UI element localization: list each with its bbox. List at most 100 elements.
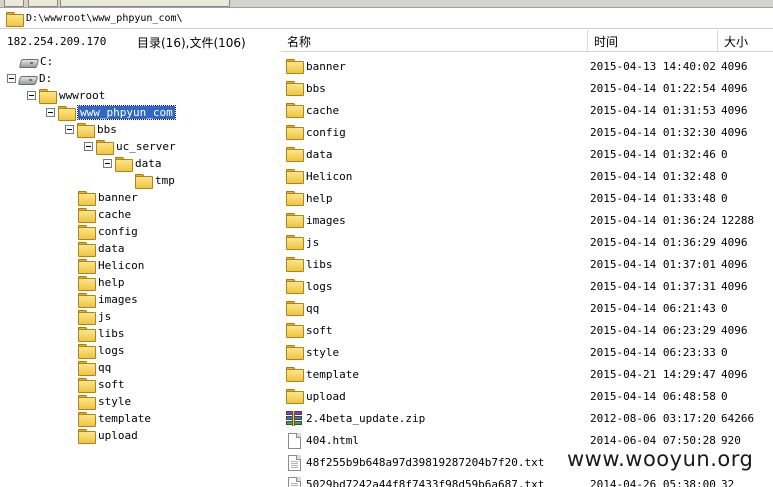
tree-node[interactable]: C: — [20, 53, 53, 70]
file-time: 2015-04-14 01:36:29 — [590, 236, 716, 249]
file-row[interactable]: bbs 2015-04-14 01:22:54 4096 — [281, 77, 773, 99]
file-size: 0 — [721, 192, 728, 205]
file-name: qq — [306, 302, 320, 315]
file-time: 2015-04-14 01:33:48 — [590, 192, 716, 205]
column-name-header[interactable]: 名称 — [281, 30, 588, 52]
file-row[interactable]: logs 2015-04-14 01:37:31 4096 — [281, 275, 773, 297]
file-time: 2014-04-26 05:38:00 — [590, 478, 716, 487]
file-row[interactable]: cache 2015-04-14 01:31:53 4096 — [281, 99, 773, 121]
file-time: 2015-04-14 01:32:30 — [590, 126, 716, 139]
file-row[interactable]: qq 2015-04-14 06:21:43 0 — [281, 297, 773, 319]
tab-file-manager[interactable] — [60, 0, 230, 7]
tree-node[interactable]: www_phpyun_com — [46, 104, 176, 121]
tree-node-label: upload — [98, 429, 138, 442]
file-name: upload — [306, 390, 346, 403]
file-size: 4096 — [721, 82, 748, 95]
folder-icon — [286, 59, 304, 74]
tree-node-label: tmp — [155, 174, 175, 187]
tree-node[interactable]: help — [78, 274, 125, 291]
folder-icon — [286, 213, 304, 228]
file-row[interactable]: data 2015-04-14 01:32:46 0 — [281, 143, 773, 165]
file-row[interactable]: style 2015-04-14 06:23:33 0 — [281, 341, 773, 363]
tree-node[interactable]: cache — [78, 206, 131, 223]
file-name: libs — [306, 258, 333, 271]
collapse-icon[interactable] — [84, 142, 93, 151]
file-list[interactable]: banner 2015-04-13 14:40:02 4096 bbs 2015-04-… — [281, 55, 773, 487]
folder-icon — [78, 344, 96, 359]
tree-node[interactable]: data — [103, 155, 162, 172]
file-time: 2014-06-04 07:50:28 — [590, 434, 716, 447]
folder-icon — [77, 123, 95, 138]
tree-node[interactable]: qq — [78, 359, 111, 376]
tree-node-label: soft — [98, 378, 125, 391]
tree-node[interactable]: tmp — [135, 172, 175, 189]
tree-node[interactable]: data — [78, 240, 125, 257]
tab-secondary[interactable] — [28, 0, 58, 7]
tree-node-label: C: — [40, 55, 54, 68]
file-row[interactable]: soft 2015-04-14 06:23:29 4096 — [281, 319, 773, 341]
folder-icon — [286, 367, 304, 382]
file-row[interactable]: banner 2015-04-13 14:40:02 4096 — [281, 55, 773, 77]
column-time-header[interactable]: 时间 — [588, 30, 718, 52]
file-row[interactable]: help 2015-04-14 01:33:48 0 — [281, 187, 773, 209]
file-size: 4096 — [721, 60, 748, 73]
file-row[interactable]: upload 2015-04-14 06:48:58 0 — [281, 385, 773, 407]
tree-node[interactable]: wwwroot — [27, 87, 105, 104]
collapse-icon[interactable] — [65, 125, 74, 134]
tree-node[interactable]: bbs — [65, 121, 117, 138]
folder-icon — [78, 276, 96, 291]
file-row[interactable]: config 2015-04-14 01:32:30 4096 — [281, 121, 773, 143]
folder-icon — [78, 208, 96, 223]
tree-node-label: logs — [98, 344, 125, 357]
folder-icon — [78, 412, 96, 427]
tree-node[interactable]: upload — [78, 427, 138, 444]
tree-node[interactable]: Helicon — [78, 257, 144, 274]
file-row[interactable]: 5029bd7242a44f8f7433f98d59b6a687.txt 2014… — [281, 473, 773, 487]
tree-node[interactable]: config — [78, 223, 138, 240]
tree-node[interactable]: style — [78, 393, 131, 410]
file-row[interactable]: libs 2015-04-14 01:37:01 4096 — [281, 253, 773, 275]
tree-node[interactable]: D: — [7, 70, 52, 87]
zip-icon — [286, 411, 302, 427]
collapse-icon[interactable] — [103, 159, 112, 168]
tree-node-label: libs — [98, 327, 125, 340]
file-row[interactable]: Helicon 2015-04-14 01:32:48 0 — [281, 165, 773, 187]
window-tab-strip — [0, 0, 773, 8]
file-time: 2015-04-14 01:32:48 — [590, 170, 716, 183]
path-bar[interactable]: D:\wwwroot\www_phpyun_com\ — [0, 9, 773, 29]
file-row[interactable]: js 2015-04-14 01:36:29 4096 — [281, 231, 773, 253]
tree-node[interactable]: soft — [78, 376, 125, 393]
tree-node-label: data — [98, 242, 125, 255]
file-row[interactable]: images 2015-04-14 01:36:24 12288 — [281, 209, 773, 231]
file-name: logs — [306, 280, 333, 293]
tree-node[interactable]: js — [78, 308, 111, 325]
collapse-icon[interactable] — [7, 74, 16, 83]
tree-node-label: js — [98, 310, 112, 323]
file-size: 0 — [721, 148, 728, 161]
file-row[interactable]: 2.4beta_update.zip 2012-08-06 03:17:20 642… — [281, 407, 773, 429]
tree-node-label: help — [98, 276, 125, 289]
tree-node[interactable]: uc_server — [84, 138, 176, 155]
file-size: 64266 — [721, 412, 755, 425]
tree-node-label: template — [98, 412, 151, 425]
tree-node[interactable]: template — [78, 410, 151, 427]
directory-tree[interactable]: C: D: wwwroot www_phpyun_com bbs uc_server dat… — [0, 52, 281, 487]
file-name: js — [306, 236, 320, 249]
file-icon — [288, 433, 301, 449]
file-row[interactable]: template 2015-04-21 14:29:47 4096 — [281, 363, 773, 385]
file-size: 0 — [721, 346, 728, 359]
collapse-icon[interactable] — [27, 91, 36, 100]
file-time: 2015-04-14 01:36:24 — [590, 214, 716, 227]
tree-node[interactable]: banner — [78, 189, 138, 206]
tree-node-label: Helicon — [98, 259, 145, 272]
tree-node[interactable]: libs — [78, 325, 125, 342]
tree-node[interactable]: logs — [78, 342, 125, 359]
tree-node[interactable]: images — [78, 291, 138, 308]
file-time: 2015-04-14 06:21:43 — [590, 302, 716, 315]
tab-home[interactable] — [4, 0, 24, 7]
collapse-icon[interactable] — [46, 108, 55, 117]
file-name: images — [306, 214, 346, 227]
column-size-header[interactable]: 大小 — [718, 30, 773, 52]
folder-icon — [286, 389, 304, 404]
file-time: 2015-04-14 06:48:58 — [590, 390, 716, 403]
